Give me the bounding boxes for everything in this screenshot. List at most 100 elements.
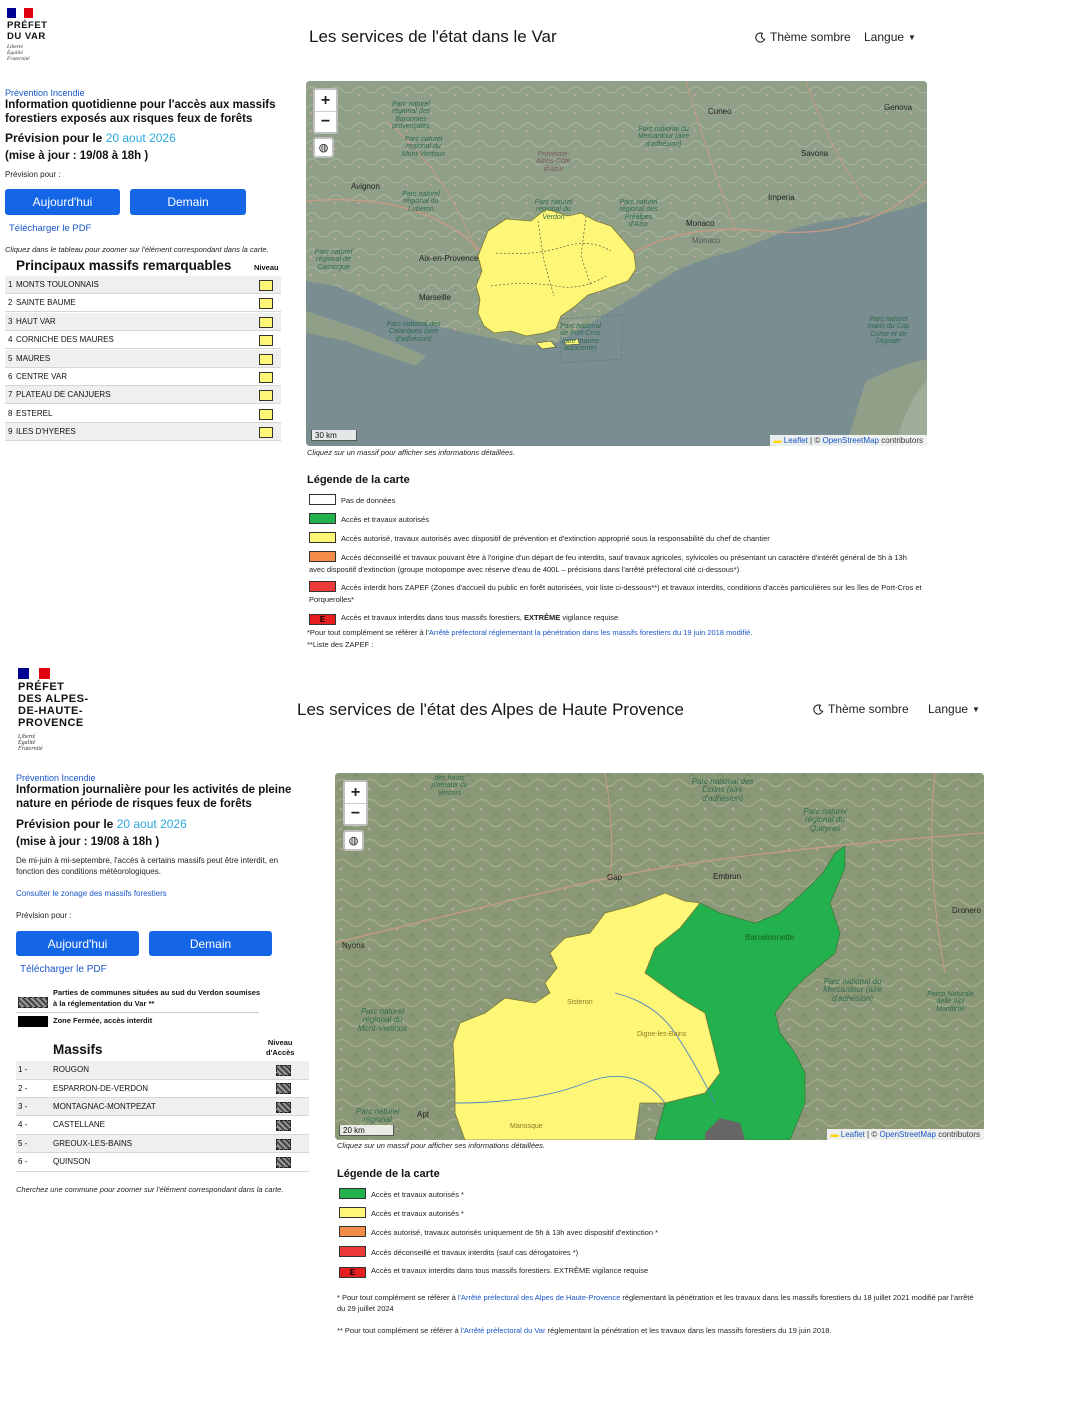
city-imperia: Imperia	[768, 193, 795, 202]
arrete-ahp-link[interactable]: l'Arrêté préfectoral des Alpes de Haute-…	[458, 1293, 620, 1302]
zoom-in-button[interactable]: +	[345, 782, 366, 803]
var-map[interactable]: Parc naturel régional des Baronnies prov…	[306, 81, 927, 446]
level-swatch	[259, 390, 273, 402]
zoom-in-button[interactable]: +	[315, 90, 336, 111]
logo-motto: Liberté Égalité Fraternité	[7, 44, 30, 62]
prefet-var-logo[interactable]: PRÉFET DU VAR Liberté Égalité Fraternité	[7, 8, 47, 63]
map-attribution: ▬ Leaflet | © OpenStreetMap contributors	[826, 1129, 984, 1140]
legend-item: Accès déconseillé et travaux pouvant êtr…	[309, 551, 924, 575]
row-number: 9	[8, 427, 13, 437]
row-number: 1 -	[18, 1065, 28, 1075]
legend-text-end: vigilance requise	[560, 613, 619, 622]
table-level-header: Niveau	[254, 263, 279, 272]
alpes-map[interactable]: Parc national des Écrins (aire d'adhésio…	[335, 773, 984, 1140]
level-swatch	[276, 1120, 291, 1132]
arrete-link[interactable]: Arrêté préfectoral réglementant la pénét…	[429, 628, 753, 637]
row-number: 4	[8, 335, 13, 345]
legend-text-bold: EXTRÊME	[524, 613, 561, 622]
site-title[interactable]: Les services de l'état des Alpes de Haut…	[297, 700, 684, 720]
map-label-luberon: Parc naturel régional	[355, 1107, 400, 1125]
map-label-paca: Provence-Alpes-Côte d'Azur	[536, 151, 571, 173]
legend-swatch	[309, 551, 336, 562]
city-marseille: Marseille	[419, 293, 452, 302]
logo-title: PRÉFET DU VAR	[7, 20, 48, 42]
legend-text: Accès interdit hors ZAPEF (Zones d'accue…	[309, 583, 922, 604]
osm-link[interactable]: OpenStreetMap	[822, 436, 878, 445]
legend-title: Légende de la carte	[337, 1168, 440, 1180]
update-time: (mise à jour : 19/08 à 18h )	[5, 150, 149, 162]
legend-note-2: ** Pour tout complément se référer à l'A…	[337, 1326, 977, 1335]
level-swatch	[276, 1083, 291, 1095]
city-dronero: Dronero	[952, 906, 981, 915]
attribution-contributors: contributors	[881, 436, 923, 445]
row-massif-name: MAURES	[16, 353, 51, 363]
legend-swatch	[309, 513, 336, 524]
leaflet-link[interactable]: Leaflet	[784, 436, 808, 445]
map-label-vercors: des hauts plateaux du Vercors	[431, 775, 468, 797]
table-row[interactable]: 2 SAINTE BAUME	[5, 294, 281, 313]
table-row[interactable]: 3 - MONTAGNAC-MONTPEZAT	[16, 1097, 309, 1117]
table-row[interactable]: 5 - GREOUX-LES-BAINS	[16, 1134, 309, 1154]
map-label-baronnies: Parc naturel régional des Baronnies prov…	[391, 101, 431, 131]
logo-motto: Liberté Égalité Fraternité	[18, 733, 43, 753]
row-number: 1	[8, 280, 13, 289]
tomorrow-button[interactable]: Demain	[149, 931, 272, 956]
city-gap: Gap	[607, 873, 623, 882]
legend-text: Accès et travaux autorisés	[341, 515, 429, 524]
city-avignon: Avignon	[351, 182, 380, 191]
category-link[interactable]: Prévention Incendie	[16, 773, 96, 783]
city-nyons: Nyons	[342, 941, 365, 950]
level-swatch	[259, 353, 273, 365]
table-row[interactable]: 8 ESTEREL	[5, 405, 281, 423]
site-title[interactable]: Les services de l'état dans le Var	[309, 27, 557, 47]
closed-zone-swatch	[18, 1016, 48, 1027]
zoom-out-button[interactable]: −	[345, 803, 366, 824]
language-dropdown[interactable]: Langue ▼	[864, 30, 916, 44]
locate-button[interactable]: ◍	[343, 830, 364, 851]
city-monaco: Monaco	[686, 219, 715, 228]
var-massifs-area[interactable]	[475, 208, 637, 337]
table-row[interactable]: 5 MAURES	[5, 349, 281, 368]
today-button[interactable]: Aujourd'hui	[5, 189, 120, 215]
legend-item: E Accès et travaux interdits dans tous ma…	[339, 1265, 648, 1278]
map-label-cap-corse: Parc naturel marin du Cap Corse et de l'…	[867, 316, 910, 346]
table-row[interactable]: 4 CORNICHE DES MAURES	[5, 331, 281, 350]
language-dropdown[interactable]: Langue ▼	[928, 702, 980, 716]
table-row[interactable]: 6 CENTRE VAR	[5, 368, 281, 386]
dark-theme-toggle[interactable]: Thème sombre	[813, 702, 909, 716]
arrete-var-link[interactable]: l'Arrêté préfectoral du Var	[461, 1326, 546, 1335]
table-row[interactable]: 6 - QUINSON	[16, 1153, 309, 1172]
locate-button[interactable]: ◍	[313, 137, 334, 158]
legend-text: Accès et travaux autorisés *	[371, 1209, 464, 1219]
table-row[interactable]: 3 HAUT VAR	[5, 312, 281, 331]
leaflet-link[interactable]: Leaflet	[841, 1130, 865, 1139]
osm-link[interactable]: OpenStreetMap	[879, 1130, 935, 1139]
table-row[interactable]: 2 - ESPARRON-DE-VERDON	[16, 1079, 309, 1098]
zapef-list-label: **Liste des ZAPEF :	[307, 640, 374, 649]
row-massif-name: HAUT VAR	[16, 316, 56, 326]
legend-swatch	[339, 1188, 366, 1199]
zonage-link[interactable]: Consulter le zonage des massifs forestie…	[16, 889, 167, 898]
table-row[interactable]: 9 ILES D'HYERES	[5, 423, 281, 442]
table-row[interactable]: 7 PLATEAU DE CANJUERS	[5, 386, 281, 405]
today-button[interactable]: Aujourd'hui	[16, 931, 139, 956]
download-pdf-link[interactable]: Télécharger le PDF	[20, 964, 107, 975]
table-row[interactable]: 4 - CASTELLANE	[16, 1116, 309, 1135]
prefet-alpes-logo[interactable]: PRÉFET DES ALPES- DE-HAUTE- PROVENCE Lib…	[18, 668, 89, 752]
key-divider	[16, 1012, 259, 1013]
table-row[interactable]: 1 - ROUGON	[16, 1061, 309, 1080]
forecast-date: 20 aout 2026	[105, 131, 176, 145]
table-row[interactable]: 1 MONTS TOULONNAIS	[5, 276, 281, 294]
tomorrow-button[interactable]: Demain	[130, 189, 246, 215]
map-label-ecrins: Parc national des Écrins (aire d'adhésio…	[691, 777, 754, 803]
map-label-camargue: Parc naturel régional de Camargue	[314, 249, 353, 271]
city-cuneo: Cuneo	[708, 107, 732, 116]
row-massif-name: ESTEREL	[16, 408, 53, 418]
download-pdf-link[interactable]: Télécharger le PDF	[9, 223, 91, 234]
dark-theme-toggle[interactable]: Thème sombre	[755, 30, 851, 44]
row-massif-name: QUINSON	[53, 1157, 91, 1167]
legend-item: E Accès et travaux interdits dans tous ma…	[309, 612, 924, 625]
level-swatch	[276, 1157, 291, 1168]
category-link[interactable]: Prévention Incendie	[5, 88, 85, 98]
zoom-out-button[interactable]: −	[315, 111, 336, 132]
